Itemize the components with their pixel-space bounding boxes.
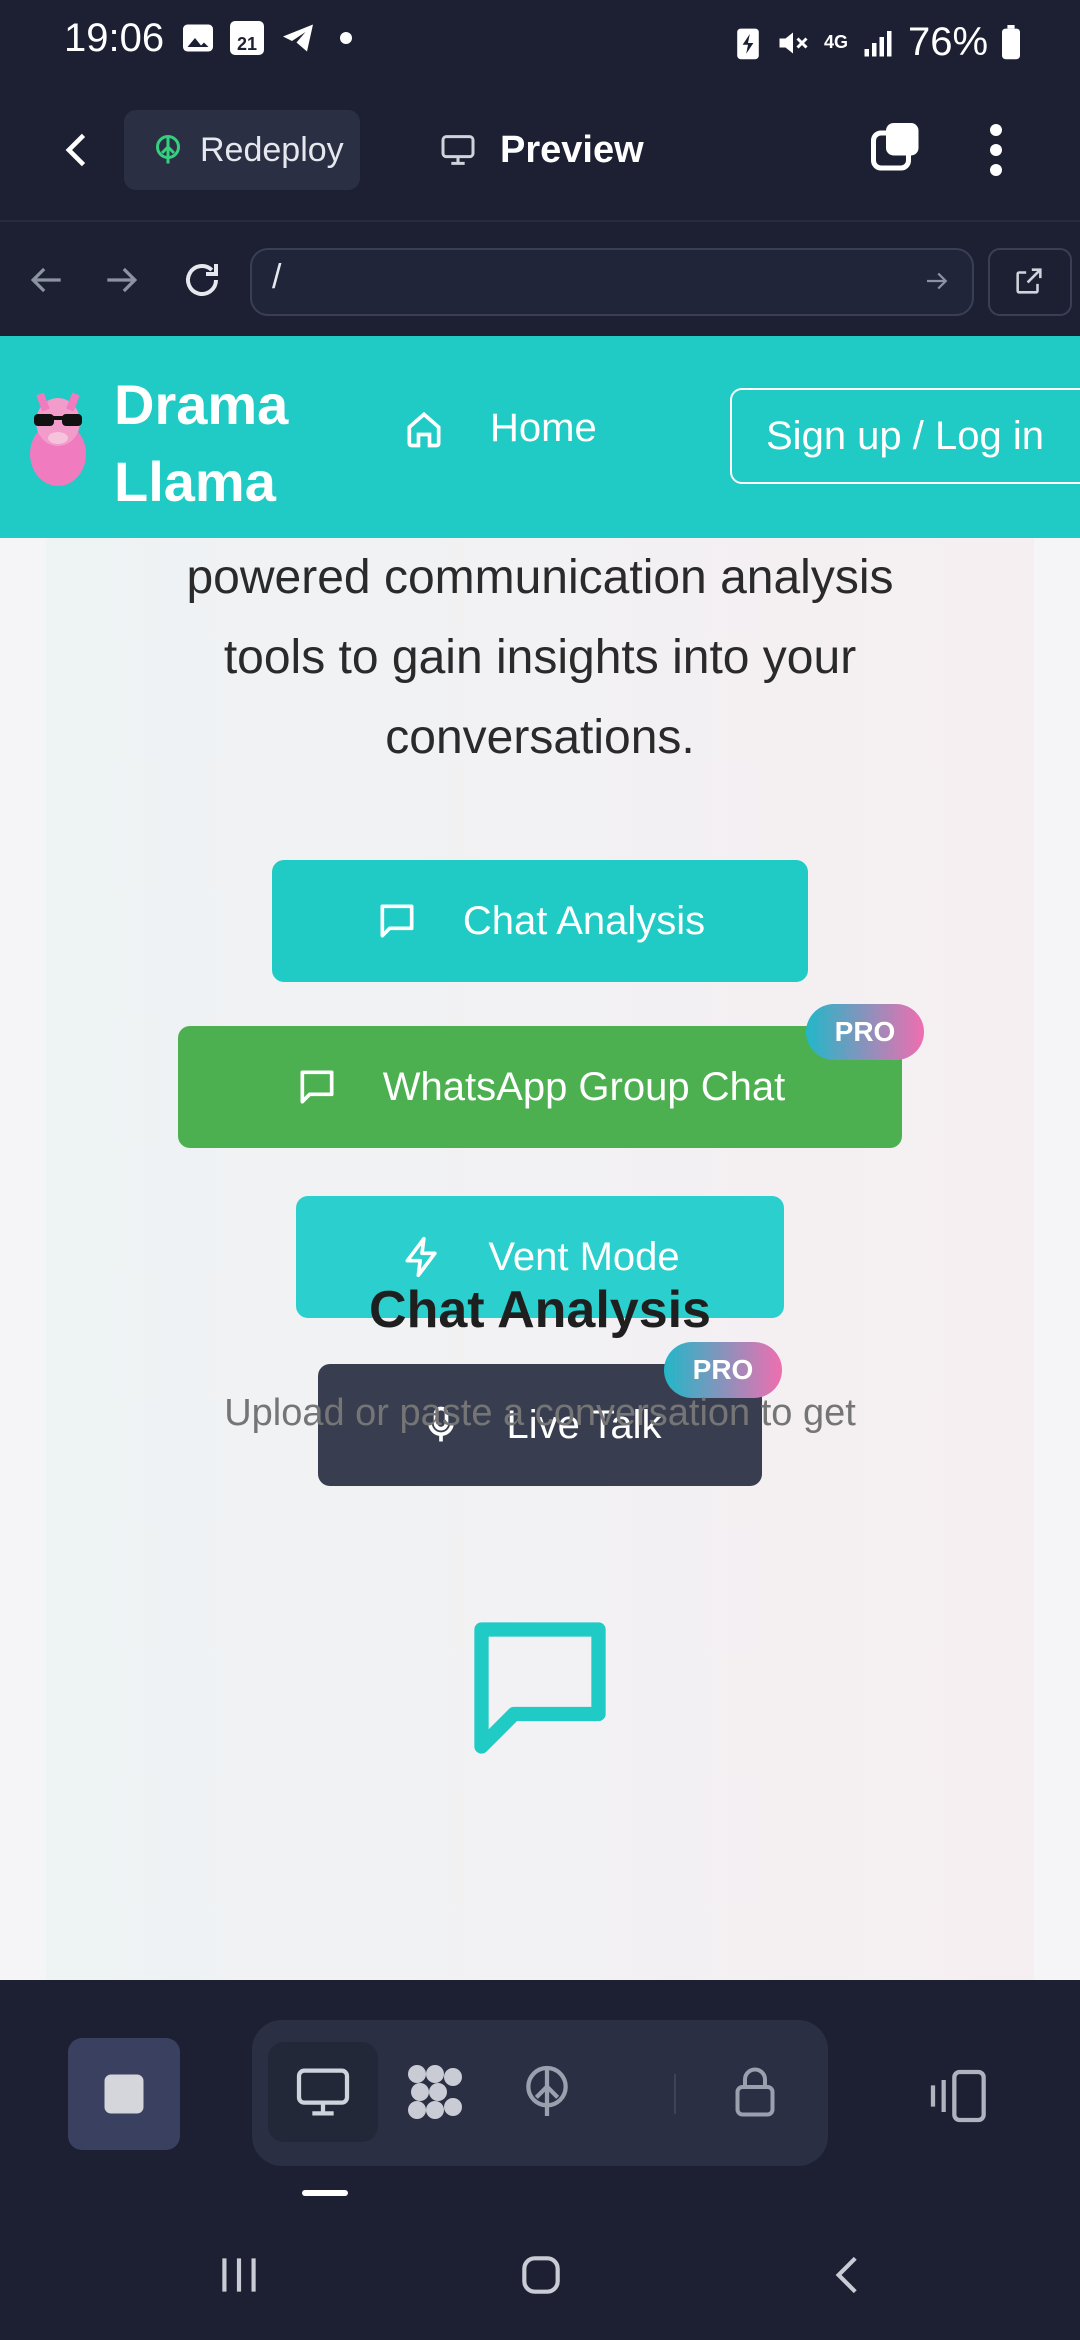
dots-grid-icon [408, 2065, 462, 2119]
url-text[interactable]: / [272, 258, 281, 297]
whatsapp-label: WhatsApp Group Chat [382, 1064, 786, 1109]
signup-login-button[interactable]: Sign up / Log in [730, 388, 1080, 484]
status-time: 19:06 [64, 16, 165, 60]
redeploy-label: Redeploy [200, 130, 344, 169]
brand-line-1: Drama [114, 373, 289, 436]
pro-badge: PRO [806, 1004, 924, 1060]
tabs-icon[interactable] [866, 118, 926, 178]
llama-logo-icon[interactable] [18, 378, 98, 490]
signal-icon [864, 30, 892, 56]
deploy-icon [526, 2065, 568, 2116]
network-type: 4G [824, 32, 849, 52]
back-arrow-icon[interactable] [56, 122, 100, 178]
calendar-day: 21 [236, 34, 258, 54]
preview-label: Preview [500, 128, 644, 171]
site-header: Drama Llama Home Sign up / Log in [0, 336, 1080, 538]
intro-line-3: conversations. [385, 711, 695, 764]
browser-forward-icon[interactable] [100, 258, 144, 302]
monitor-icon [296, 2068, 350, 2116]
active-tab-indicator [302, 2190, 348, 2196]
whatsapp-group-chat-button[interactable]: WhatsApp Group Chat [178, 1026, 902, 1148]
stop-button[interactable] [68, 2038, 180, 2150]
intro-line-1: powered communication analysis [186, 551, 894, 604]
preview-tab[interactable]: Preview [436, 110, 644, 190]
deploy-icon [156, 135, 180, 164]
desktop-view-button[interactable] [268, 2042, 378, 2142]
page-content: powered communication analysis tools to … [0, 538, 1080, 1980]
home-button-icon[interactable] [516, 2250, 566, 2300]
external-link-icon [1016, 268, 1042, 294]
battery-icon [1002, 24, 1021, 59]
stop-icon [104, 2074, 144, 2114]
nav-home-label: Home [490, 406, 597, 450]
brand-line-2: Llama [114, 450, 276, 513]
chat-bubble-icon [300, 1070, 334, 1104]
open-external-button[interactable] [988, 248, 1072, 316]
preview-toolbar [0, 1980, 1080, 2188]
segment-divider [674, 2074, 676, 2114]
gallery-icon [183, 24, 213, 52]
reload-icon[interactable] [178, 256, 226, 304]
more-notifications-dot [340, 32, 352, 44]
browser-toolbar: / [0, 220, 1080, 338]
recent-apps-icon[interactable] [214, 2250, 264, 2300]
more-vertical-icon[interactable] [978, 120, 1014, 180]
view-mode-segment [252, 2020, 828, 2166]
chat-analysis-button[interactable]: Chat Analysis [272, 860, 808, 982]
intro-line-2: tools to gain insights into your [223, 631, 857, 684]
feature-description: Upload or paste a conversation to get [224, 1392, 856, 1434]
battery-percent: 76% [908, 20, 989, 64]
deploy-button[interactable] [492, 2042, 602, 2142]
url-bar[interactable]: / [250, 248, 974, 316]
home-icon [407, 411, 441, 447]
mute-icon [779, 32, 808, 53]
feature-title: Chat Analysis [369, 1281, 711, 1339]
app-top-bar: Redeploy Preview [0, 84, 1080, 220]
system-back-icon[interactable] [824, 2250, 874, 2300]
browser-back-icon[interactable] [24, 258, 68, 302]
status-notification-icons: 21 [180, 20, 352, 56]
redeploy-button[interactable]: Redeploy [124, 110, 360, 190]
monitor-icon [441, 135, 475, 165]
status-system-icons: 4G 76% [734, 20, 1022, 65]
chat-bubble-icon [380, 904, 414, 938]
status-bar: 19:06 21 4G 76% [0, 0, 1080, 84]
system-navigation-bar [0, 2200, 1080, 2340]
signup-label: Sign up / Log in [766, 413, 1044, 458]
nav-home-link[interactable]: Home [402, 406, 597, 451]
go-arrow-icon[interactable] [922, 266, 952, 296]
lock-icon [735, 2067, 775, 2117]
telegram-icon [283, 24, 313, 52]
workflows-button[interactable] [380, 2042, 490, 2142]
site-brand[interactable]: Drama Llama [114, 366, 288, 520]
chat-analysis-label: Chat Analysis [462, 898, 706, 943]
calendar-icon: 21 [230, 21, 264, 55]
battery-saver-icon [737, 28, 759, 59]
vent-mode-label: Vent Mode [488, 1234, 680, 1279]
device-toggle-icon[interactable] [922, 2064, 992, 2128]
lock-button[interactable] [700, 2042, 810, 2142]
chat-analysis-feature-icon [474, 1622, 606, 1754]
lightning-icon [405, 1236, 438, 1278]
pro-badge: PRO [664, 1342, 782, 1398]
